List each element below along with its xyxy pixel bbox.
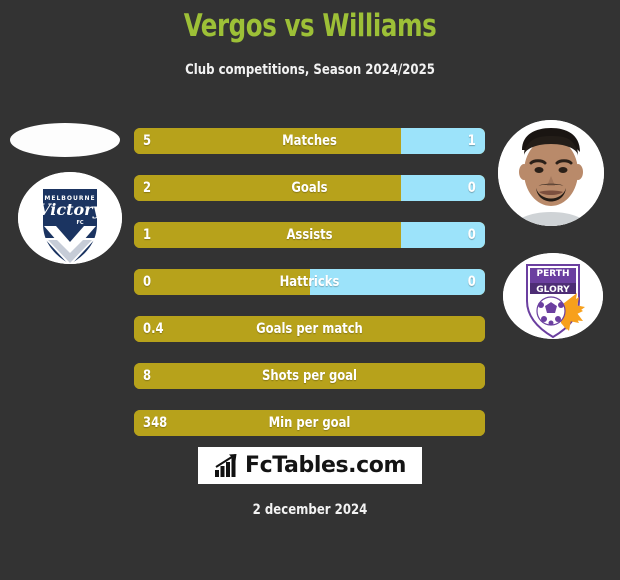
stat-comparison-graphic: Vergos vs Williams Club competitions, Se… bbox=[0, 0, 620, 580]
perth-glory-fc-logo-icon: PERTH GLORY bbox=[503, 253, 603, 339]
svg-text:PERTH: PERTH bbox=[537, 269, 570, 279]
brand-name: FcTables.com bbox=[244, 453, 407, 478]
stat-label: Min per goal bbox=[268, 415, 351, 431]
bar-chart-arrow-icon bbox=[214, 453, 237, 477]
stat-label: Shots per goal bbox=[262, 368, 357, 384]
svg-text:FC: FC bbox=[76, 220, 83, 226]
svg-text:Victory: Victory bbox=[38, 200, 103, 219]
stat-bar-row: 1 Assists 0 bbox=[134, 222, 485, 248]
stat-label: Goals per match bbox=[256, 321, 363, 337]
stat-label: Hattricks bbox=[279, 274, 340, 290]
stat-label: Assists bbox=[286, 227, 333, 243]
stat-label: Matches bbox=[282, 133, 337, 149]
stat-bar-row: 8 Shots per goal bbox=[134, 363, 485, 389]
stat-value-away: 0 bbox=[467, 274, 476, 290]
left-club-logo: MELBOURNE Victory FC bbox=[18, 172, 122, 264]
right-player-photo bbox=[498, 120, 604, 226]
left-player-photo bbox=[10, 123, 120, 157]
stat-bar-row: 348 Min per goal bbox=[134, 410, 485, 436]
stat-label: Goals bbox=[291, 180, 328, 196]
page-title: Vergos vs Williams bbox=[183, 8, 437, 44]
svg-text:GLORY: GLORY bbox=[536, 285, 570, 295]
footer-date: 2 december 2024 bbox=[252, 502, 368, 518]
stat-bar-row: 0.4 Goals per match bbox=[134, 316, 485, 342]
stat-bar-row: 0 Hattricks 0 bbox=[134, 269, 485, 295]
melbourne-victory-fc-logo-icon: MELBOURNE Victory FC bbox=[18, 172, 122, 264]
stat-bars-container: 5 Matches 1 2 Goals 0 1 Assists 0 0 Hattricks 0 0.4 G… bbox=[134, 128, 485, 457]
stat-value-away: 0 bbox=[467, 180, 476, 196]
stat-value-away: 0 bbox=[467, 227, 476, 243]
player-portrait-icon bbox=[498, 120, 604, 226]
page-subtitle: Club competitions, Season 2024/2025 bbox=[185, 62, 435, 78]
stat-bar-row: 5 Matches 1 bbox=[134, 128, 485, 154]
stat-value-away: 1 bbox=[467, 133, 476, 149]
stat-bar-row: 2 Goals 0 bbox=[134, 175, 485, 201]
brand-logo[interactable]: FcTables.com bbox=[198, 447, 422, 484]
right-club-logo: PERTH GLORY bbox=[503, 253, 603, 339]
